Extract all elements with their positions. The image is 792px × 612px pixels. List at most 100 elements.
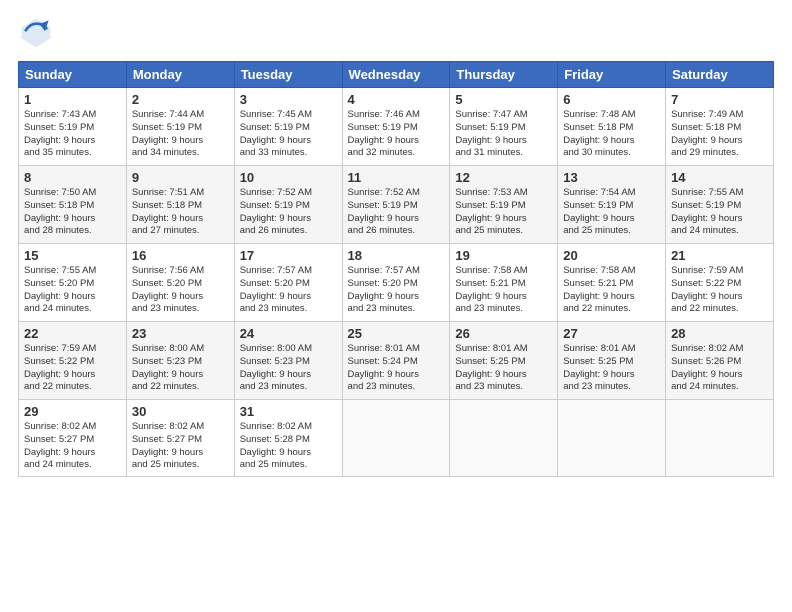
- cell-info: Sunrise: 8:02 AMSunset: 5:26 PMDaylight:…: [671, 343, 768, 394]
- cell-info: Sunrise: 8:02 AMSunset: 5:28 PMDaylight:…: [240, 421, 337, 472]
- day-number: 26: [455, 326, 552, 341]
- calendar-cell: 30Sunrise: 8:02 AMSunset: 5:27 PMDayligh…: [126, 400, 234, 477]
- calendar-cell: 31 Sunrise: 8:02 AMSunset: 5:28 PMDayligh…: [234, 400, 342, 477]
- cell-info: Sunrise: 7:46 AMSunset: 5:19 PMDaylight:…: [348, 109, 445, 160]
- week-row-2: 15 Sunrise: 7:55 AMSunset: 5:20 PMDayligh…: [19, 244, 774, 322]
- day-number: 13: [563, 170, 660, 185]
- day-number: 7: [671, 92, 768, 107]
- day-number: 22: [24, 326, 121, 341]
- logo-icon: [18, 15, 54, 51]
- calendar-cell: 24Sunrise: 8:00 AMSunset: 5:23 PMDayligh…: [234, 322, 342, 400]
- calendar-cell: 20 Sunrise: 7:58 AMSunset: 5:21 PMDayligh…: [558, 244, 666, 322]
- day-number: 3: [240, 92, 337, 107]
- header: [18, 15, 774, 51]
- day-number: 14: [671, 170, 768, 185]
- calendar-cell: [450, 400, 558, 477]
- day-number: 8: [24, 170, 121, 185]
- calendar-cell: 12 Sunrise: 7:53 AMSunset: 5:19 PMDayligh…: [450, 166, 558, 244]
- day-number: 2: [132, 92, 229, 107]
- cell-info: Sunrise: 7:52 AMSunset: 5:19 PMDaylight:…: [240, 187, 337, 238]
- day-number: 24: [240, 326, 337, 341]
- day-number: 21: [671, 248, 768, 263]
- calendar-cell: 6 Sunrise: 7:48 AMSunset: 5:18 PMDaylight…: [558, 88, 666, 166]
- weekday-header-row: SundayMondayTuesdayWednesdayThursdayFrid…: [19, 62, 774, 88]
- day-number: 9: [132, 170, 229, 185]
- weekday-header-wednesday: Wednesday: [342, 62, 450, 88]
- cell-info: Sunrise: 7:55 AMSunset: 5:19 PMDaylight:…: [671, 187, 768, 238]
- weekday-header-friday: Friday: [558, 62, 666, 88]
- calendar-cell: 8 Sunrise: 7:50 AMSunset: 5:18 PMDaylight…: [19, 166, 127, 244]
- calendar-cell: [666, 400, 774, 477]
- cell-info: Sunrise: 7:58 AMSunset: 5:21 PMDaylight:…: [563, 265, 660, 316]
- calendar-cell: 19 Sunrise: 7:58 AMSunset: 5:21 PMDayligh…: [450, 244, 558, 322]
- day-number: 4: [348, 92, 445, 107]
- week-row-1: 8 Sunrise: 7:50 AMSunset: 5:18 PMDaylight…: [19, 166, 774, 244]
- calendar-cell: 16Sunrise: 7:56 AMSunset: 5:20 PMDayligh…: [126, 244, 234, 322]
- cell-info: Sunrise: 7:55 AMSunset: 5:20 PMDaylight:…: [24, 265, 121, 316]
- weekday-header-thursday: Thursday: [450, 62, 558, 88]
- week-row-4: 29 Sunrise: 8:02 AMSunset: 5:27 PMDayligh…: [19, 400, 774, 477]
- calendar-cell: 10Sunrise: 7:52 AMSunset: 5:19 PMDayligh…: [234, 166, 342, 244]
- calendar-cell: 2 Sunrise: 7:44 AMSunset: 5:19 PMDaylight…: [126, 88, 234, 166]
- day-number: 18: [348, 248, 445, 263]
- day-number: 17: [240, 248, 337, 263]
- cell-info: Sunrise: 7:50 AMSunset: 5:18 PMDaylight:…: [24, 187, 121, 238]
- day-number: 12: [455, 170, 552, 185]
- cell-info: Sunrise: 7:48 AMSunset: 5:18 PMDaylight:…: [563, 109, 660, 160]
- logo: [18, 15, 58, 51]
- calendar-cell: [558, 400, 666, 477]
- calendar-table: SundayMondayTuesdayWednesdayThursdayFrid…: [18, 61, 774, 477]
- calendar-cell: 4 Sunrise: 7:46 AMSunset: 5:19 PMDaylight…: [342, 88, 450, 166]
- day-number: 20: [563, 248, 660, 263]
- day-number: 31: [240, 404, 337, 419]
- calendar-cell: 11Sunrise: 7:52 AMSunset: 5:19 PMDayligh…: [342, 166, 450, 244]
- day-number: 25: [348, 326, 445, 341]
- day-number: 28: [671, 326, 768, 341]
- cell-info: Sunrise: 8:02 AMSunset: 5:27 PMDaylight:…: [24, 421, 121, 472]
- day-number: 23: [132, 326, 229, 341]
- cell-info: Sunrise: 8:01 AMSunset: 5:25 PMDaylight:…: [455, 343, 552, 394]
- calendar-cell: 25 Sunrise: 8:01 AMSunset: 5:24 PMDayligh…: [342, 322, 450, 400]
- cell-info: Sunrise: 8:00 AMSunset: 5:23 PMDaylight:…: [132, 343, 229, 394]
- calendar-cell: 1Sunrise: 7:43 AMSunset: 5:19 PMDaylight…: [19, 88, 127, 166]
- cell-info: Sunrise: 7:51 AMSunset: 5:18 PMDaylight:…: [132, 187, 229, 238]
- calendar-page: SundayMondayTuesdayWednesdayThursdayFrid…: [0, 0, 792, 612]
- calendar-cell: 3 Sunrise: 7:45 AMSunset: 5:19 PMDaylight…: [234, 88, 342, 166]
- cell-info: Sunrise: 7:58 AMSunset: 5:21 PMDaylight:…: [455, 265, 552, 316]
- day-number: 19: [455, 248, 552, 263]
- calendar-cell: 7 Sunrise: 7:49 AMSunset: 5:18 PMDaylight…: [666, 88, 774, 166]
- cell-info: Sunrise: 7:45 AMSunset: 5:19 PMDaylight:…: [240, 109, 337, 160]
- cell-info: Sunrise: 7:57 AMSunset: 5:20 PMDaylight:…: [348, 265, 445, 316]
- calendar-cell: 13 Sunrise: 7:54 AMSunset: 5:19 PMDayligh…: [558, 166, 666, 244]
- cell-info: Sunrise: 7:53 AMSunset: 5:19 PMDaylight:…: [455, 187, 552, 238]
- calendar-cell: 14 Sunrise: 7:55 AMSunset: 5:19 PMDayligh…: [666, 166, 774, 244]
- calendar-cell: 21 Sunrise: 7:59 AMSunset: 5:22 PMDayligh…: [666, 244, 774, 322]
- cell-info: Sunrise: 7:54 AMSunset: 5:19 PMDaylight:…: [563, 187, 660, 238]
- week-row-0: 1Sunrise: 7:43 AMSunset: 5:19 PMDaylight…: [19, 88, 774, 166]
- day-number: 15: [24, 248, 121, 263]
- calendar-cell: 22Sunrise: 7:59 AMSunset: 5:22 PMDayligh…: [19, 322, 127, 400]
- calendar-cell: 26 Sunrise: 8:01 AMSunset: 5:25 PMDayligh…: [450, 322, 558, 400]
- cell-info: Sunrise: 8:02 AMSunset: 5:27 PMDaylight:…: [132, 421, 229, 472]
- calendar-cell: 15 Sunrise: 7:55 AMSunset: 5:20 PMDayligh…: [19, 244, 127, 322]
- day-number: 29: [24, 404, 121, 419]
- weekday-header-saturday: Saturday: [666, 62, 774, 88]
- calendar-cell: 9 Sunrise: 7:51 AMSunset: 5:18 PMDaylight…: [126, 166, 234, 244]
- day-number: 6: [563, 92, 660, 107]
- cell-info: Sunrise: 7:44 AMSunset: 5:19 PMDaylight:…: [132, 109, 229, 160]
- calendar-cell: 17 Sunrise: 7:57 AMSunset: 5:20 PMDayligh…: [234, 244, 342, 322]
- cell-info: Sunrise: 8:01 AMSunset: 5:24 PMDaylight:…: [348, 343, 445, 394]
- calendar-cell: [342, 400, 450, 477]
- cell-info: Sunrise: 7:57 AMSunset: 5:20 PMDaylight:…: [240, 265, 337, 316]
- cell-info: Sunrise: 7:47 AMSunset: 5:19 PMDaylight:…: [455, 109, 552, 160]
- week-row-3: 22Sunrise: 7:59 AMSunset: 5:22 PMDayligh…: [19, 322, 774, 400]
- cell-info: Sunrise: 7:59 AMSunset: 5:22 PMDaylight:…: [671, 265, 768, 316]
- calendar-cell: 27Sunrise: 8:01 AMSunset: 5:25 PMDayligh…: [558, 322, 666, 400]
- cell-info: Sunrise: 7:56 AMSunset: 5:20 PMDaylight:…: [132, 265, 229, 316]
- cell-info: Sunrise: 7:49 AMSunset: 5:18 PMDaylight:…: [671, 109, 768, 160]
- weekday-header-monday: Monday: [126, 62, 234, 88]
- weekday-header-tuesday: Tuesday: [234, 62, 342, 88]
- calendar-cell: 23 Sunrise: 8:00 AMSunset: 5:23 PMDayligh…: [126, 322, 234, 400]
- day-number: 27: [563, 326, 660, 341]
- day-number: 1: [24, 92, 121, 107]
